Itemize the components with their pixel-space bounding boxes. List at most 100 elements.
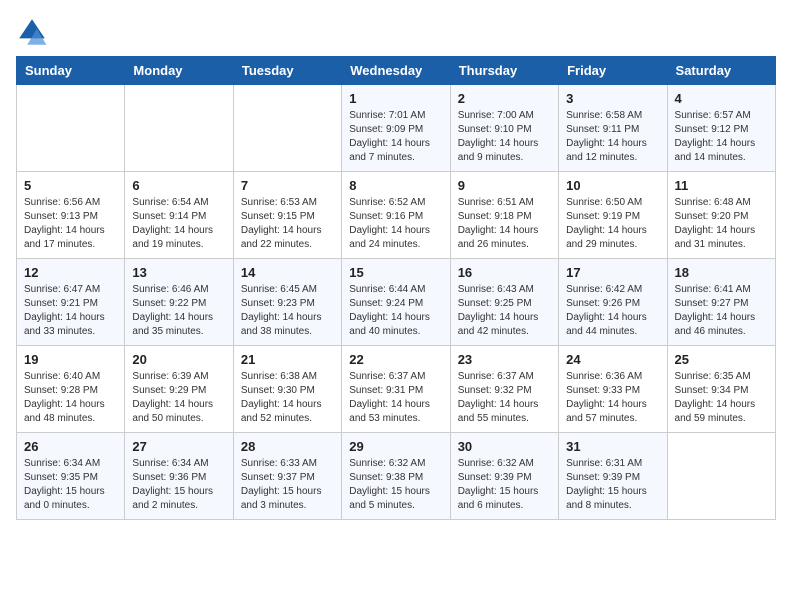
day-info: Sunrise: 6:39 AM Sunset: 9:29 PM Dayligh… — [132, 370, 225, 426]
day-number: 7 — [241, 178, 334, 193]
day-info: Sunrise: 6:42 AM Sunset: 9:26 PM Dayligh… — [566, 283, 659, 339]
day-cell: 3 Sunrise: 6:58 AM Sunset: 9:11 PM Daylig… — [559, 85, 667, 172]
day-info: Sunrise: 6:32 AM Sunset: 9:39 PM Dayligh… — [458, 457, 551, 513]
day-info: Sunrise: 6:31 AM Sunset: 9:39 PM Dayligh… — [566, 457, 659, 513]
day-number: 24 — [566, 352, 659, 367]
day-number: 5 — [24, 178, 117, 193]
day-cell: 13 Sunrise: 6:46 AM Sunset: 9:22 PM Dayli… — [125, 259, 233, 346]
day-cell — [125, 85, 233, 172]
day-info: Sunrise: 6:47 AM Sunset: 9:21 PM Dayligh… — [24, 283, 117, 339]
day-cell: 31 Sunrise: 6:31 AM Sunset: 9:39 PM Dayli… — [559, 433, 667, 520]
day-cell: 2 Sunrise: 7:00 AM Sunset: 9:10 PM Daylig… — [450, 85, 558, 172]
day-number: 28 — [241, 439, 334, 454]
day-info: Sunrise: 6:54 AM Sunset: 9:14 PM Dayligh… — [132, 196, 225, 252]
day-cell: 17 Sunrise: 6:42 AM Sunset: 9:26 PM Dayli… — [559, 259, 667, 346]
day-cell — [17, 85, 125, 172]
day-number: 15 — [349, 265, 442, 280]
calendar-header: SundayMondayTuesdayWednesdayThursdayFrid… — [17, 57, 776, 85]
calendar-body: 1 Sunrise: 7:01 AM Sunset: 9:09 PM Daylig… — [17, 85, 776, 520]
week-row-1: 1 Sunrise: 7:01 AM Sunset: 9:09 PM Daylig… — [17, 85, 776, 172]
week-row-4: 19 Sunrise: 6:40 AM Sunset: 9:28 PM Dayli… — [17, 346, 776, 433]
day-cell: 21 Sunrise: 6:38 AM Sunset: 9:30 PM Dayli… — [233, 346, 341, 433]
day-info: Sunrise: 6:43 AM Sunset: 9:25 PM Dayligh… — [458, 283, 551, 339]
day-cell: 19 Sunrise: 6:40 AM Sunset: 9:28 PM Dayli… — [17, 346, 125, 433]
day-number: 26 — [24, 439, 117, 454]
day-number: 8 — [349, 178, 442, 193]
day-cell: 29 Sunrise: 6:32 AM Sunset: 9:38 PM Dayli… — [342, 433, 450, 520]
day-info: Sunrise: 6:35 AM Sunset: 9:34 PM Dayligh… — [675, 370, 768, 426]
day-number: 4 — [675, 91, 768, 106]
day-info: Sunrise: 6:53 AM Sunset: 9:15 PM Dayligh… — [241, 196, 334, 252]
day-cell: 16 Sunrise: 6:43 AM Sunset: 9:25 PM Dayli… — [450, 259, 558, 346]
day-number: 2 — [458, 91, 551, 106]
day-number: 16 — [458, 265, 551, 280]
column-header-tuesday: Tuesday — [233, 57, 341, 85]
day-info: Sunrise: 6:52 AM Sunset: 9:16 PM Dayligh… — [349, 196, 442, 252]
column-header-thursday: Thursday — [450, 57, 558, 85]
logo-icon — [16, 16, 48, 48]
column-header-sunday: Sunday — [17, 57, 125, 85]
day-info: Sunrise: 6:50 AM Sunset: 9:19 PM Dayligh… — [566, 196, 659, 252]
day-cell: 26 Sunrise: 6:34 AM Sunset: 9:35 PM Dayli… — [17, 433, 125, 520]
day-info: Sunrise: 6:37 AM Sunset: 9:31 PM Dayligh… — [349, 370, 442, 426]
calendar-table: SundayMondayTuesdayWednesdayThursdayFrid… — [16, 56, 776, 520]
logo — [16, 16, 52, 48]
day-number: 9 — [458, 178, 551, 193]
day-cell: 30 Sunrise: 6:32 AM Sunset: 9:39 PM Dayli… — [450, 433, 558, 520]
day-info: Sunrise: 6:51 AM Sunset: 9:18 PM Dayligh… — [458, 196, 551, 252]
column-header-wednesday: Wednesday — [342, 57, 450, 85]
day-cell: 25 Sunrise: 6:35 AM Sunset: 9:34 PM Dayli… — [667, 346, 775, 433]
day-number: 20 — [132, 352, 225, 367]
day-info: Sunrise: 6:40 AM Sunset: 9:28 PM Dayligh… — [24, 370, 117, 426]
column-header-saturday: Saturday — [667, 57, 775, 85]
day-info: Sunrise: 6:58 AM Sunset: 9:11 PM Dayligh… — [566, 109, 659, 165]
day-info: Sunrise: 6:37 AM Sunset: 9:32 PM Dayligh… — [458, 370, 551, 426]
day-number: 14 — [241, 265, 334, 280]
day-cell: 8 Sunrise: 6:52 AM Sunset: 9:16 PM Daylig… — [342, 172, 450, 259]
day-number: 1 — [349, 91, 442, 106]
day-cell: 11Sunrise: 6:48 AM Sunset: 9:20 PM Dayli… — [667, 172, 775, 259]
day-number: 27 — [132, 439, 225, 454]
day-info: Sunrise: 7:00 AM Sunset: 9:10 PM Dayligh… — [458, 109, 551, 165]
day-number: 12 — [24, 265, 117, 280]
day-cell: 15 Sunrise: 6:44 AM Sunset: 9:24 PM Dayli… — [342, 259, 450, 346]
day-info: Sunrise: 6:48 AM Sunset: 9:20 PM Dayligh… — [675, 196, 768, 252]
day-number: 19 — [24, 352, 117, 367]
day-number: 22 — [349, 352, 442, 367]
day-number: 23 — [458, 352, 551, 367]
day-info: Sunrise: 6:38 AM Sunset: 9:30 PM Dayligh… — [241, 370, 334, 426]
day-cell — [233, 85, 341, 172]
day-cell: 9 Sunrise: 6:51 AM Sunset: 9:18 PM Daylig… — [450, 172, 558, 259]
day-cell — [667, 433, 775, 520]
day-cell: 4 Sunrise: 6:57 AM Sunset: 9:12 PM Daylig… — [667, 85, 775, 172]
day-info: Sunrise: 6:46 AM Sunset: 9:22 PM Dayligh… — [132, 283, 225, 339]
week-row-5: 26 Sunrise: 6:34 AM Sunset: 9:35 PM Dayli… — [17, 433, 776, 520]
day-number: 3 — [566, 91, 659, 106]
day-number: 30 — [458, 439, 551, 454]
day-number: 21 — [241, 352, 334, 367]
day-number: 25 — [675, 352, 768, 367]
day-number: 13 — [132, 265, 225, 280]
day-cell: 28 Sunrise: 6:33 AM Sunset: 9:37 PM Dayli… — [233, 433, 341, 520]
day-cell: 1 Sunrise: 7:01 AM Sunset: 9:09 PM Daylig… — [342, 85, 450, 172]
day-cell: 18Sunrise: 6:41 AM Sunset: 9:27 PM Dayli… — [667, 259, 775, 346]
day-info: Sunrise: 6:33 AM Sunset: 9:37 PM Dayligh… — [241, 457, 334, 513]
day-number: 29 — [349, 439, 442, 454]
day-info: Sunrise: 6:44 AM Sunset: 9:24 PM Dayligh… — [349, 283, 442, 339]
day-number: 31 — [566, 439, 659, 454]
day-info: Sunrise: 6:34 AM Sunset: 9:35 PM Dayligh… — [24, 457, 117, 513]
day-info: Sunrise: 6:56 AM Sunset: 9:13 PM Dayligh… — [24, 196, 117, 252]
day-cell: 20 Sunrise: 6:39 AM Sunset: 9:29 PM Dayli… — [125, 346, 233, 433]
day-cell: 22 Sunrise: 6:37 AM Sunset: 9:31 PM Dayli… — [342, 346, 450, 433]
day-cell: 10Sunrise: 6:50 AM Sunset: 9:19 PM Dayli… — [559, 172, 667, 259]
day-cell: 5 Sunrise: 6:56 AM Sunset: 9:13 PM Daylig… — [17, 172, 125, 259]
day-number: 18 — [675, 265, 768, 280]
week-row-3: 12 Sunrise: 6:47 AM Sunset: 9:21 PM Dayli… — [17, 259, 776, 346]
day-info: Sunrise: 6:57 AM Sunset: 9:12 PM Dayligh… — [675, 109, 768, 165]
day-info: Sunrise: 6:32 AM Sunset: 9:38 PM Dayligh… — [349, 457, 442, 513]
page-header — [16, 16, 776, 48]
day-number: 17 — [566, 265, 659, 280]
day-info: Sunrise: 7:01 AM Sunset: 9:09 PM Dayligh… — [349, 109, 442, 165]
day-cell: 6Sunrise: 6:54 AM Sunset: 9:14 PM Daylig… — [125, 172, 233, 259]
week-row-2: 5 Sunrise: 6:56 AM Sunset: 9:13 PM Daylig… — [17, 172, 776, 259]
